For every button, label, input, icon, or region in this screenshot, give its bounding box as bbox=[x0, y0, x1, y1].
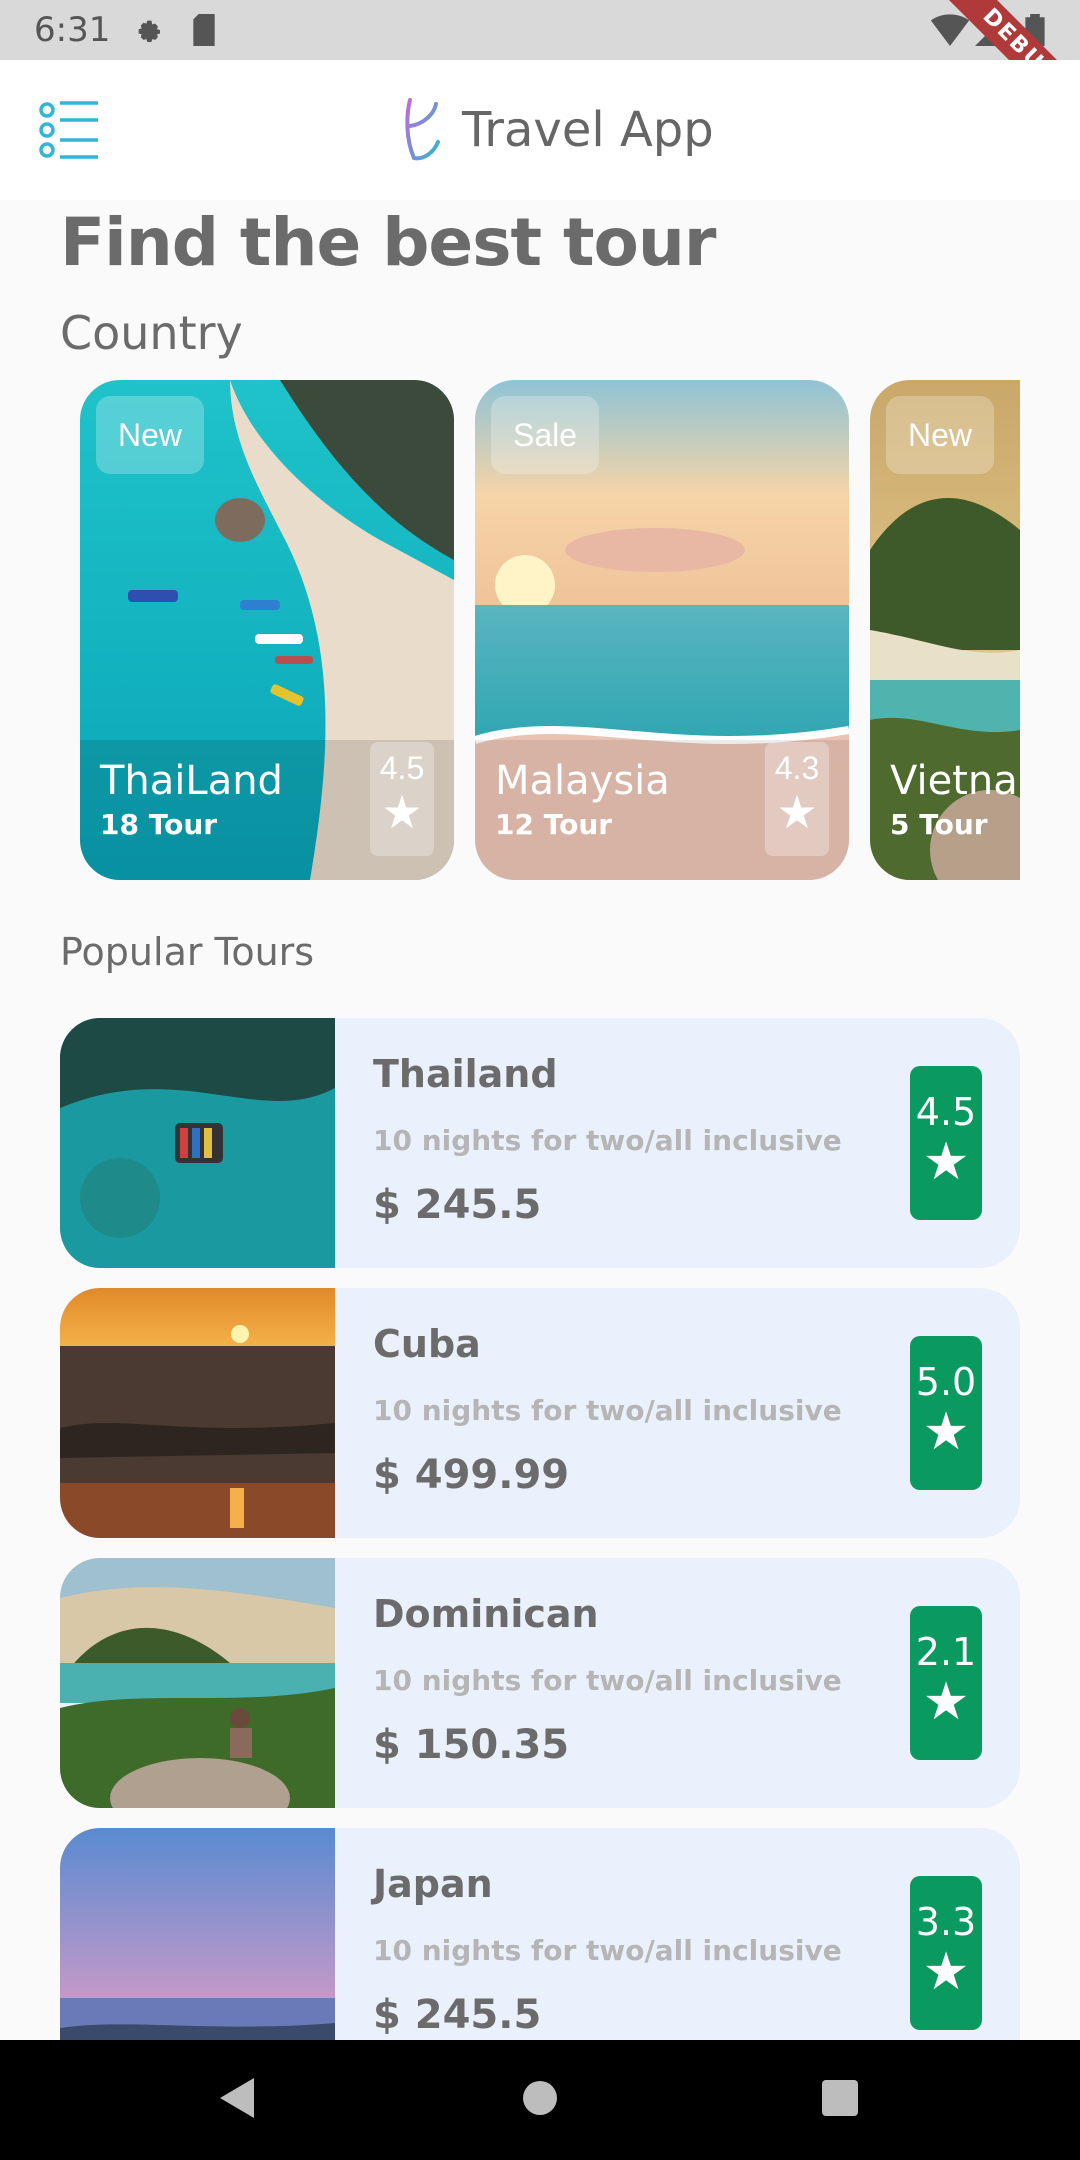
country-tour-count: 12 Tour bbox=[495, 808, 613, 841]
sd-card-icon bbox=[193, 14, 215, 46]
tour-name: Dominican bbox=[373, 1592, 599, 1636]
tour-rating: 5.0 ★ bbox=[910, 1336, 982, 1490]
rating-value: 2.1 bbox=[915, 1630, 977, 1674]
country-card-vietnam[interactable]: New Vietnam 5 Tour bbox=[870, 380, 1020, 880]
rating-value: 4.5 bbox=[379, 750, 425, 786]
star-icon: ★ bbox=[922, 1403, 970, 1461]
settings-icon bbox=[138, 20, 160, 42]
country-carousel[interactable]: New ThaiLand 18 Tour 4.5 ★ Sale Malaysia… bbox=[60, 380, 1020, 880]
tour-price: $ 245.5 bbox=[373, 1182, 542, 1228]
star-icon: ★ bbox=[922, 1673, 970, 1731]
card-badge: New bbox=[96, 396, 204, 474]
tour-price: $ 499.99 bbox=[373, 1452, 570, 1498]
tour-description: 10 nights for two/all inclusive bbox=[373, 1934, 842, 1967]
tour-price: $ 150.35 bbox=[373, 1722, 570, 1768]
recents-square-icon[interactable] bbox=[820, 2076, 860, 2120]
tour-price: $ 245.5 bbox=[373, 1992, 542, 2038]
app-logo-icon bbox=[405, 98, 440, 161]
menu-list-icon[interactable] bbox=[38, 98, 102, 162]
country-name: ThaiLand bbox=[100, 758, 283, 804]
tour-card-dominican[interactable]: Dominican 10 nights for two/all inclusiv… bbox=[60, 1558, 1020, 1808]
tour-card-cuba[interactable]: Cuba 10 nights for two/all inclusive $ 4… bbox=[60, 1288, 1020, 1538]
card-badge: Sale bbox=[491, 396, 599, 474]
rating-value: 4.5 bbox=[915, 1090, 977, 1134]
rating-value: 4.3 bbox=[774, 750, 820, 786]
star-icon: ★ bbox=[776, 786, 818, 838]
tour-name: Thailand bbox=[373, 1052, 558, 1096]
tour-name: Japan bbox=[373, 1862, 493, 1906]
rating-value: 3.3 bbox=[915, 1900, 977, 1944]
country-tour-count: 18 Tour bbox=[100, 808, 218, 841]
tour-rating: 2.1 ★ bbox=[910, 1606, 982, 1760]
country-name: Malaysia bbox=[495, 758, 670, 804]
star-icon: ★ bbox=[922, 1943, 970, 2001]
page-title: Find the best tour bbox=[60, 204, 716, 281]
country-tour-count: 5 Tour bbox=[890, 808, 988, 841]
country-card-malaysia[interactable]: Sale Malaysia 12 Tour 4.3 ★ bbox=[475, 380, 849, 880]
star-icon: ★ bbox=[922, 1133, 970, 1191]
back-triangle-icon[interactable] bbox=[218, 2076, 258, 2120]
country-card-thailand[interactable]: New ThaiLand 18 Tour 4.5 ★ bbox=[80, 380, 454, 880]
app-title: Travel App bbox=[462, 102, 714, 158]
tour-photo bbox=[60, 1288, 335, 1538]
country-name: Vietnam bbox=[890, 758, 1020, 804]
app-bar: Travel App bbox=[0, 60, 1080, 200]
app-brand: Travel App bbox=[400, 96, 714, 164]
tour-photo bbox=[60, 1018, 335, 1268]
tour-photo bbox=[60, 1558, 335, 1808]
tour-rating: 3.3 ★ bbox=[910, 1876, 982, 2030]
popular-section-title: Popular Tours bbox=[60, 930, 315, 974]
star-icon: ★ bbox=[381, 786, 423, 838]
system-nav-bar bbox=[0, 2040, 1080, 2160]
country-rating: 4.5 ★ bbox=[370, 742, 434, 856]
country-section-title: Country bbox=[60, 306, 243, 360]
status-bar: 6:31 DEBUG bbox=[0, 0, 1080, 144]
tour-description: 10 nights for two/all inclusive bbox=[373, 1124, 842, 1157]
country-rating: 4.3 ★ bbox=[765, 742, 829, 856]
tour-rating: 4.5 ★ bbox=[910, 1066, 982, 1220]
status-time: 6:31 bbox=[34, 10, 111, 50]
rating-value: 5.0 bbox=[915, 1360, 977, 1404]
card-badge: New bbox=[886, 396, 994, 474]
tour-name: Cuba bbox=[373, 1322, 481, 1366]
tour-description: 10 nights for two/all inclusive bbox=[373, 1394, 842, 1427]
tour-description: 10 nights for two/all inclusive bbox=[373, 1664, 842, 1697]
wifi-icon bbox=[930, 14, 970, 46]
tour-card-thailand[interactable]: Thailand 10 nights for two/all inclusive… bbox=[60, 1018, 1020, 1268]
home-circle-icon[interactable] bbox=[520, 2076, 560, 2120]
